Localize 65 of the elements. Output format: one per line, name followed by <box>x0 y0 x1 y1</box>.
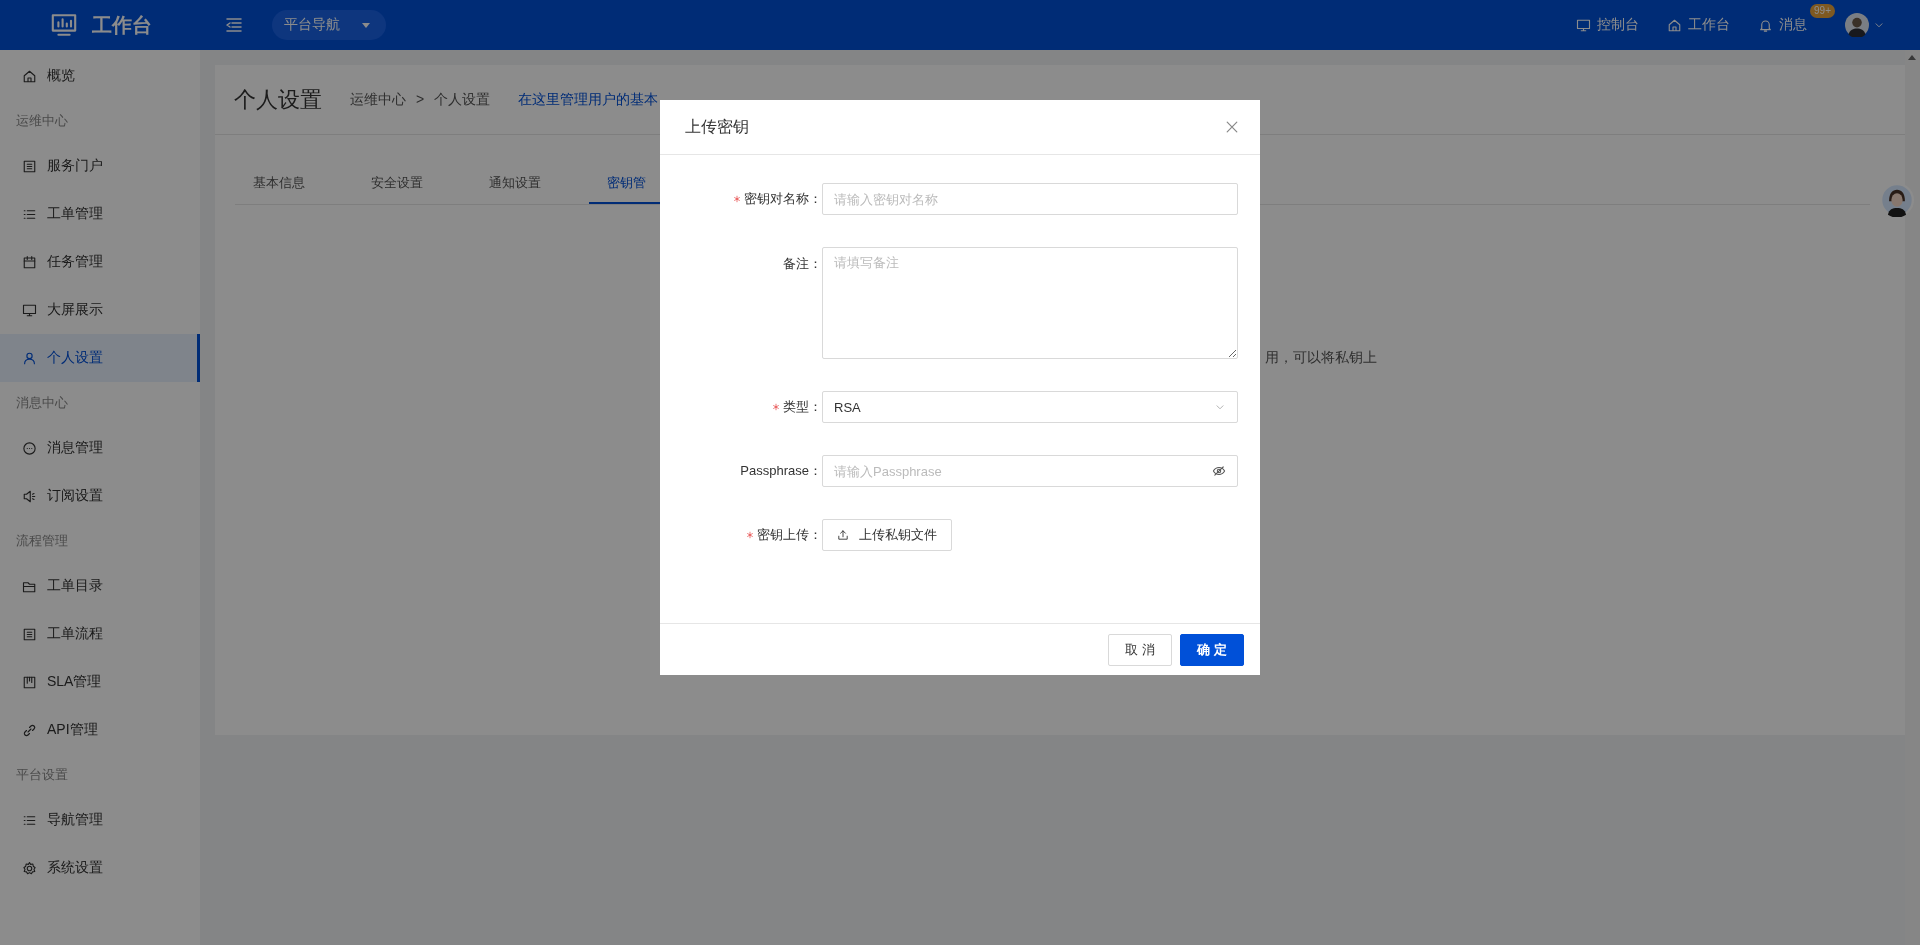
page-description: 在这里管理用户的基本 <box>518 90 659 109</box>
field-label: 备注： <box>783 255 822 273</box>
field-label: 密钥对名称： <box>744 190 822 208</box>
sidebar-item[interactable]: 大屏展示 <box>0 286 200 334</box>
sidebar-group-label: 平台设置 <box>15 766 69 784</box>
sidebar-item[interactable]: SLA管理 <box>0 658 200 706</box>
avatar-icon[interactable] <box>1845 13 1869 37</box>
input-field[interactable]: 请输入密钥对名称 <box>822 183 1238 215</box>
link-icon <box>22 722 37 738</box>
sidebar-item[interactable]: 服务门户 <box>0 142 200 190</box>
tab[interactable]: 安全设置 <box>353 165 441 204</box>
close-icon[interactable] <box>1224 119 1240 135</box>
sidebar-group-label: 消息中心 <box>15 394 69 412</box>
sidebar-item[interactable]: 导航管理 <box>0 796 200 844</box>
dialog-title: 上传密钥 <box>685 116 749 137</box>
bell-icon <box>1758 17 1773 33</box>
document-icon <box>22 626 37 642</box>
upload-button[interactable]: 上传私钥文件 <box>822 519 952 551</box>
document-icon <box>22 158 37 174</box>
home-icon <box>22 68 37 84</box>
sidebar-item[interactable]: 消息管理 <box>0 424 200 472</box>
user-icon <box>22 350 37 366</box>
app-title: 工作台 <box>92 12 152 38</box>
sidebar-item[interactable]: 订阅设置 <box>0 472 200 520</box>
speaker-icon <box>22 488 37 504</box>
header-link[interactable]: 控制台 <box>1576 16 1639 34</box>
select-field[interactable]: RSA <box>822 391 1238 423</box>
password-field[interactable]: 请输入Passphrase <box>822 455 1238 487</box>
sidebar-item[interactable]: 概览 <box>0 52 200 100</box>
breadcrumb-separator: > <box>416 90 425 109</box>
menu-icon[interactable] <box>224 15 244 35</box>
sidebar-item[interactable]: 工单管理 <box>0 190 200 238</box>
breadcrumb-item: 个人设置 <box>434 90 491 109</box>
gear-icon <box>22 860 37 876</box>
calendar-icon <box>22 254 37 270</box>
upload-icon <box>837 529 849 541</box>
tab[interactable]: 通知设置 <box>471 165 559 204</box>
body-text: 用，可以将私钥上 <box>1265 349 1378 367</box>
header-link[interactable]: 工作台 <box>1667 16 1730 34</box>
notification-badge: 99+ <box>1810 4 1835 18</box>
chat-icon <box>22 440 37 456</box>
confirm-button[interactable]: 确 定 <box>1180 633 1244 666</box>
field-label: 类型： <box>783 398 822 416</box>
board-icon <box>22 674 37 690</box>
sidebar-item[interactable]: 工单流程 <box>0 610 200 658</box>
page-title: 个人设置 <box>234 85 322 114</box>
eye-slash-icon[interactable] <box>1212 464 1226 478</box>
sidebar-group-label: 运维中心 <box>15 112 69 130</box>
breadcrumb-item[interactable]: 运维中心 <box>350 90 406 109</box>
home-icon <box>1667 17 1682 33</box>
cancel-button[interactable]: 取 消 <box>1108 633 1172 666</box>
monitor-icon <box>22 302 37 318</box>
caret-icon <box>362 22 370 28</box>
monitor-icon <box>1576 17 1591 33</box>
field-label: 密钥上传： <box>757 526 822 544</box>
sidebar-item[interactable]: 系统设置 <box>0 844 200 892</box>
sidebar-group-label: 流程管理 <box>15 532 69 550</box>
sidebar-item[interactable]: 任务管理 <box>0 238 200 286</box>
sidebar-item[interactable]: 个人设置 <box>0 334 200 382</box>
platform-nav-dropdown[interactable]: 平台导航 <box>272 10 386 40</box>
sidebar-item[interactable]: 工单目录 <box>0 562 200 610</box>
text-area[interactable]: 请填写备注 <box>822 247 1238 359</box>
sidebar-item[interactable]: API管理 <box>0 706 200 754</box>
tab[interactable]: 基本信息 <box>235 165 323 204</box>
field-label: Passphrase： <box>740 462 822 480</box>
